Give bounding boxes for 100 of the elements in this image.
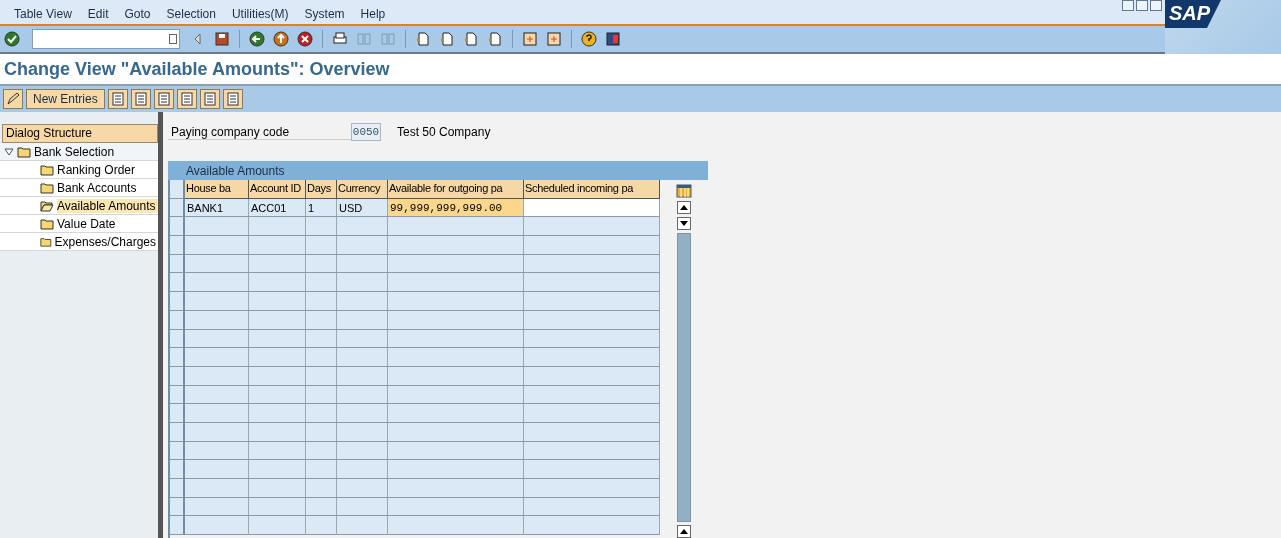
table-cell bbox=[185, 479, 249, 498]
pencil-icon bbox=[5, 91, 21, 107]
document-icon bbox=[155, 91, 172, 107]
table-cell bbox=[306, 479, 337, 498]
scroll-up-button[interactable] bbox=[677, 201, 692, 214]
folder-icon bbox=[40, 217, 54, 230]
menu-item[interactable]: Utilities(M) bbox=[223, 7, 297, 24]
edit-button[interactable] bbox=[3, 89, 23, 109]
menu-item[interactable]: Goto bbox=[116, 7, 159, 24]
menu-item[interactable]: Selection bbox=[158, 7, 224, 24]
column-settings-icon[interactable] bbox=[676, 184, 693, 198]
toolbar-button[interactable] bbox=[271, 29, 291, 49]
minimize-button[interactable] bbox=[1122, 0, 1134, 11]
down-arrow-icon bbox=[680, 221, 689, 226]
table-cell bbox=[337, 236, 388, 255]
table-cell bbox=[306, 460, 337, 479]
tree-item[interactable]: Available Amounts bbox=[57, 198, 158, 213]
open-folder-icon bbox=[40, 199, 54, 212]
document-icon bbox=[109, 91, 126, 107]
new-entries-button[interactable]: New Entries bbox=[26, 89, 105, 109]
dropdown-icon[interactable] bbox=[169, 34, 177, 44]
scrollbar[interactable] bbox=[677, 233, 692, 522]
table-cell bbox=[249, 217, 306, 237]
table-cell bbox=[337, 292, 388, 311]
menu-item[interactable]: System bbox=[296, 7, 353, 24]
page-icon bbox=[439, 31, 455, 47]
folder-icon bbox=[40, 235, 52, 248]
help-icon bbox=[581, 31, 597, 47]
table-cell bbox=[249, 236, 306, 255]
table-cell bbox=[306, 292, 337, 311]
row-selector[interactable] bbox=[170, 404, 185, 423]
row-selector[interactable] bbox=[170, 348, 185, 367]
delete-button[interactable] bbox=[130, 89, 151, 109]
menu-item[interactable]: Edit bbox=[79, 7, 117, 24]
select-all-cell[interactable] bbox=[170, 180, 185, 199]
menu-item[interactable]: Help bbox=[352, 7, 394, 24]
field-description: Test 50 Company bbox=[397, 125, 491, 139]
table-cell bbox=[306, 236, 337, 255]
exit-icon bbox=[273, 31, 289, 47]
undo-button[interactable] bbox=[153, 89, 174, 109]
document-icon bbox=[178, 91, 195, 107]
collapse-icon[interactable] bbox=[4, 147, 14, 156]
screen-title: Change View "Available Amounts": Overview bbox=[4, 58, 390, 80]
table-cell bbox=[337, 273, 388, 293]
table-cell bbox=[185, 236, 249, 255]
column-header[interactable]: Currency bbox=[337, 180, 388, 199]
document-icon bbox=[224, 91, 241, 107]
shortcut-icon bbox=[546, 31, 562, 47]
table-cell bbox=[185, 273, 249, 293]
close-button[interactable] bbox=[1150, 0, 1162, 11]
panel-header: Dialog Structure bbox=[2, 124, 158, 143]
table-cell bbox=[337, 460, 388, 479]
menu-item[interactable]: Table View bbox=[6, 7, 80, 24]
page-icon bbox=[487, 31, 503, 47]
column-header[interactable]: Account ID bbox=[249, 180, 306, 199]
table-cell bbox=[249, 404, 306, 423]
toolbar-button[interactable] bbox=[2, 29, 22, 49]
table-cell bbox=[249, 460, 306, 479]
print-icon bbox=[332, 31, 348, 47]
deselect-button[interactable] bbox=[222, 89, 243, 109]
table-cell bbox=[306, 273, 337, 293]
back-icon bbox=[249, 31, 265, 47]
row-selector[interactable] bbox=[170, 236, 185, 255]
scroll-up-button[interactable] bbox=[677, 525, 692, 538]
row-selector[interactable] bbox=[170, 479, 185, 498]
check-icon bbox=[4, 31, 20, 47]
save-icon bbox=[214, 31, 230, 47]
select-all-button[interactable] bbox=[176, 89, 197, 109]
row-selector[interactable] bbox=[170, 516, 185, 536]
table-cell bbox=[306, 217, 337, 237]
toolbar-button[interactable] bbox=[295, 29, 315, 49]
restore-button[interactable] bbox=[1136, 0, 1148, 11]
page-icon bbox=[463, 31, 479, 47]
select-block-button[interactable] bbox=[199, 89, 220, 109]
copy-button[interactable] bbox=[107, 89, 128, 109]
row-selector[interactable] bbox=[170, 273, 185, 293]
document-icon bbox=[132, 91, 149, 107]
command-field[interactable] bbox=[32, 29, 180, 49]
table-cell bbox=[337, 404, 388, 423]
row-selector[interactable] bbox=[170, 460, 185, 479]
scroll-down-button[interactable] bbox=[677, 217, 692, 230]
row-selector[interactable] bbox=[170, 217, 185, 237]
toolbar-button[interactable] bbox=[603, 29, 623, 49]
column-header[interactable]: Scheduled incoming pa bbox=[524, 180, 660, 199]
column-header[interactable]: Days bbox=[306, 180, 337, 199]
toolbar-button[interactable] bbox=[579, 29, 599, 49]
table-cell bbox=[185, 217, 249, 237]
column-header[interactable]: House ba bbox=[185, 180, 249, 199]
table-cell bbox=[185, 348, 249, 367]
column-header[interactable]: Available for outgoing pa bbox=[388, 180, 524, 199]
row-selector[interactable] bbox=[170, 292, 185, 311]
page-icon bbox=[415, 31, 431, 47]
find-icon bbox=[356, 31, 372, 47]
table-cell bbox=[185, 404, 249, 423]
table-cell bbox=[185, 516, 249, 536]
company-code-field: 0050 bbox=[351, 123, 381, 141]
folder-icon bbox=[40, 181, 54, 194]
up-arrow-icon bbox=[680, 205, 689, 210]
toolbar-button[interactable] bbox=[247, 29, 267, 49]
toolbar-button[interactable] bbox=[212, 29, 232, 49]
